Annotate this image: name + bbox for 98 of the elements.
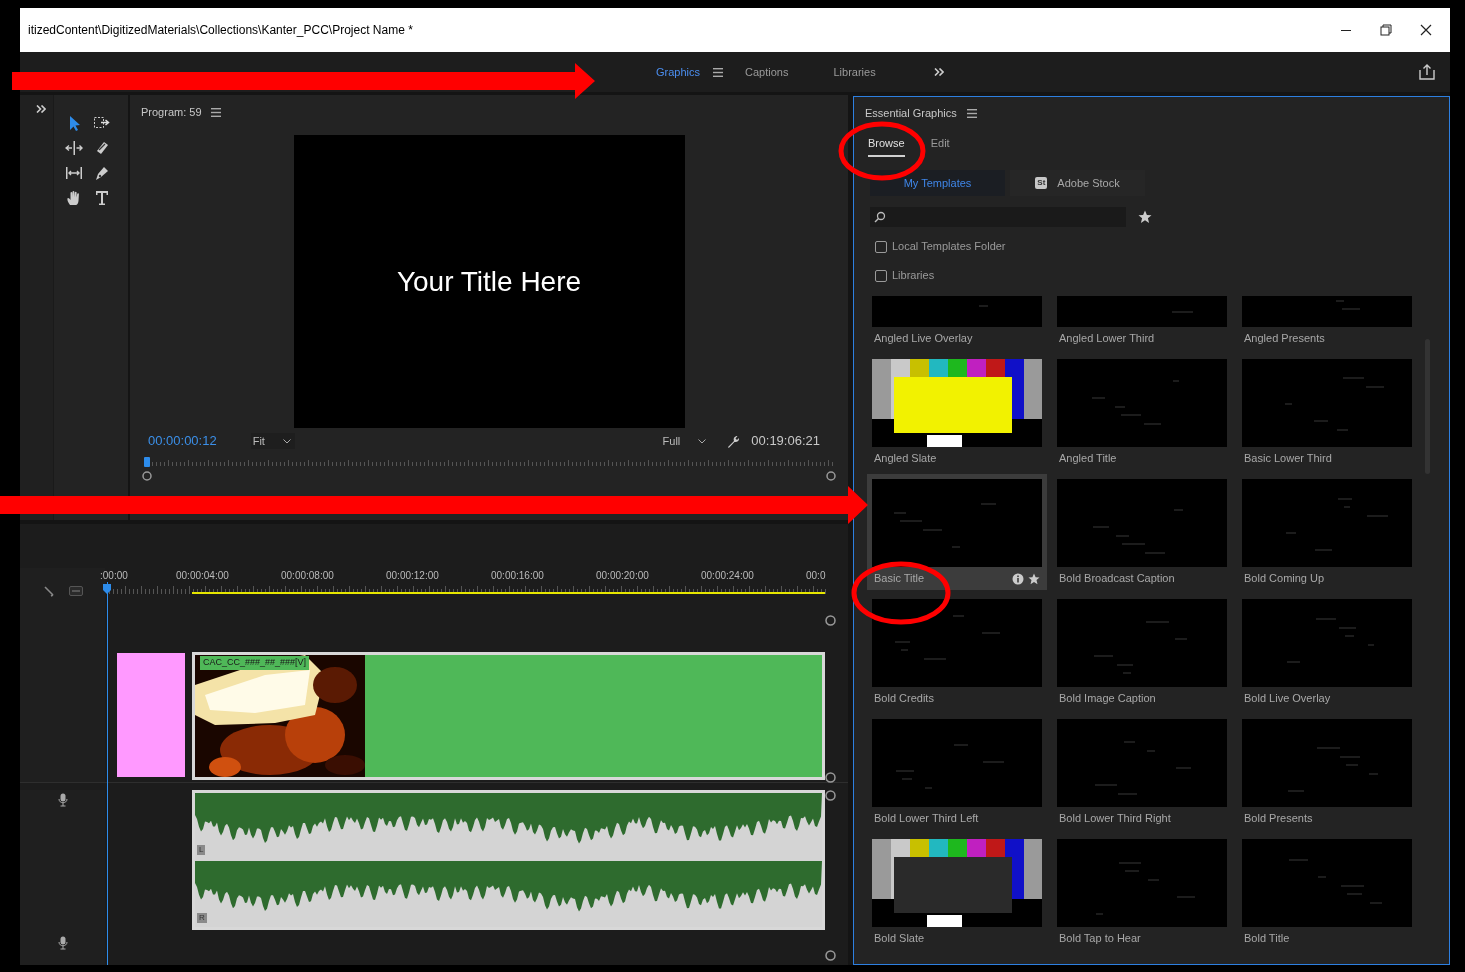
template-tile[interactable]: Bold Lower Third Left [867, 714, 1047, 830]
clip-label: CAC_CC_###_##_###[V] [200, 656, 310, 670]
time-label: 00:00:08:00 [281, 569, 335, 583]
zoom-dropdown[interactable]: Fit [250, 432, 295, 450]
menu-icon[interactable] [713, 67, 724, 77]
template-tile[interactable]: Bold Tap to Hear [1052, 834, 1232, 950]
snap-icon[interactable] [42, 585, 55, 597]
template-tile[interactable]: Angled Live Overlay [867, 296, 1047, 350]
template-tile[interactable]: Bold Slate [867, 834, 1047, 950]
type-tool-icon[interactable] [93, 189, 111, 207]
channel-label: R [197, 913, 207, 923]
time-label: 00:00:04:00 [176, 569, 230, 583]
handle-icon[interactable] [826, 471, 836, 481]
slip-icon[interactable] [65, 164, 83, 182]
menu-icon[interactable] [210, 107, 221, 117]
color-matte-clip[interactable] [117, 653, 185, 777]
checkbox[interactable] [875, 240, 887, 253]
template-name: Bold Title [1244, 931, 1290, 947]
star-icon[interactable] [1138, 210, 1152, 224]
template-tile[interactable]: Angled Slate [867, 354, 1047, 470]
template-tile[interactable]: Angled Title [1052, 354, 1232, 470]
template-name: Bold Live Overlay [1244, 691, 1331, 707]
audio-clip[interactable]: L R [192, 790, 825, 930]
template-tile[interactable]: Basic Title [867, 474, 1047, 590]
template-name: Bold Lower Third Left [874, 811, 979, 827]
workspace-tab[interactable]: Captions [745, 63, 789, 81]
close-icon[interactable] [1420, 24, 1432, 36]
pen-icon[interactable] [93, 164, 111, 182]
workspace-tab[interactable]: Libraries [833, 63, 876, 81]
channel-label: L [197, 845, 206, 855]
template-tile[interactable]: Bold Live Overlay [1237, 594, 1417, 710]
template-tile[interactable]: Bold Credits [867, 594, 1047, 710]
star-icon[interactable] [1028, 572, 1040, 585]
template-name: Bold Presents [1244, 811, 1313, 827]
panel-tab[interactable]: Browse [868, 131, 905, 157]
double-chevron-icon[interactable] [933, 68, 944, 76]
template-tile[interactable]: Bold Broadcast Caption [1052, 474, 1232, 590]
handle-icon[interactable] [825, 790, 836, 801]
menu-icon[interactable] [966, 108, 977, 118]
caret-icon [698, 438, 707, 444]
template-tile[interactable]: Angled Presents [1237, 296, 1417, 350]
handle-icon[interactable] [825, 615, 836, 626]
wrench-icon[interactable] [726, 433, 742, 449]
time-label: :00:00 [100, 569, 129, 583]
panel-title: Program: 59 [141, 104, 202, 120]
template-name: Angled Lower Third [1059, 331, 1155, 347]
template-name: Bold Tap to Hear [1059, 931, 1141, 947]
microphone-icon[interactable] [57, 936, 68, 950]
template-tile[interactable]: Basic Lower Third [1237, 354, 1417, 470]
template-name: Angled Title [1059, 451, 1117, 467]
window-title: itizedContent\DigitizedMaterials\Collections\Kanter_PCC\Project Name * [27, 22, 413, 39]
double-chevron-icon[interactable] [36, 105, 46, 113]
time-label: 00:00:12:00 [386, 569, 440, 583]
search-icon [874, 211, 886, 223]
template-tile[interactable]: Bold Coming Up [1237, 474, 1417, 590]
caret-icon [282, 438, 291, 444]
template-name: Bold Slate [874, 931, 925, 947]
time-label: 00:00:24:00 [701, 569, 755, 583]
microphone-icon[interactable] [57, 793, 68, 807]
template-tile[interactable]: Bold Title [1237, 834, 1417, 950]
template-name: Angled Presents [1244, 331, 1325, 347]
template-tile[interactable]: Angled Lower Third [1052, 296, 1232, 350]
stock-badge: St [1035, 177, 1048, 189]
template-name: Bold Credits [874, 691, 934, 707]
template-name: Basic Title [874, 571, 925, 587]
workspace-tab[interactable]: Graphics [656, 63, 701, 81]
share-icon[interactable] [1419, 64, 1435, 80]
template-name: Bold Broadcast Caption [1059, 571, 1175, 587]
restore-icon[interactable] [1380, 24, 1392, 36]
panel-tab[interactable]: Edit [930, 131, 950, 157]
template-tile[interactable]: Bold Image Caption [1052, 594, 1232, 710]
handle-icon[interactable] [825, 772, 836, 783]
checkbox[interactable] [875, 269, 887, 282]
ripple-edit-icon[interactable] [65, 139, 83, 157]
handle-icon[interactable] [825, 950, 836, 961]
template-name: Bold Image Caption [1059, 691, 1156, 707]
checkbox-label: Libraries [892, 268, 935, 284]
template-name: Angled Live Overlay [874, 331, 973, 347]
template-name: Bold Coming Up [1244, 571, 1325, 587]
title-text: Your Title Here [396, 264, 582, 299]
timecode: 00:00:00:12 [148, 432, 217, 451]
handle-icon[interactable] [142, 471, 152, 481]
checkbox-label: Local Templates Folder [892, 239, 1006, 255]
time-label: 00:0 [806, 569, 826, 583]
panel-title: Essential Graphics [865, 105, 957, 121]
info-icon[interactable] [1012, 572, 1024, 585]
quality-dropdown[interactable]: Full [662, 432, 707, 450]
template-tile[interactable]: Bold Lower Third Right [1052, 714, 1232, 830]
search-field[interactable] [870, 207, 1126, 227]
time-label: 00:00:20:00 [596, 569, 650, 583]
video-clip[interactable]: CAC_CC_###_##_###[V] [192, 652, 825, 780]
template-tile[interactable]: Bold Presents [1237, 714, 1417, 830]
source-tab[interactable]: My Templates [870, 170, 1005, 196]
time-label: 00:00:16:00 [491, 569, 545, 583]
template-name: Bold Lower Third Right [1059, 811, 1171, 827]
duration-timecode: 00:19:06:21 [751, 432, 820, 451]
template-name: Angled Slate [874, 451, 937, 467]
template-name: Basic Lower Third [1244, 451, 1332, 467]
